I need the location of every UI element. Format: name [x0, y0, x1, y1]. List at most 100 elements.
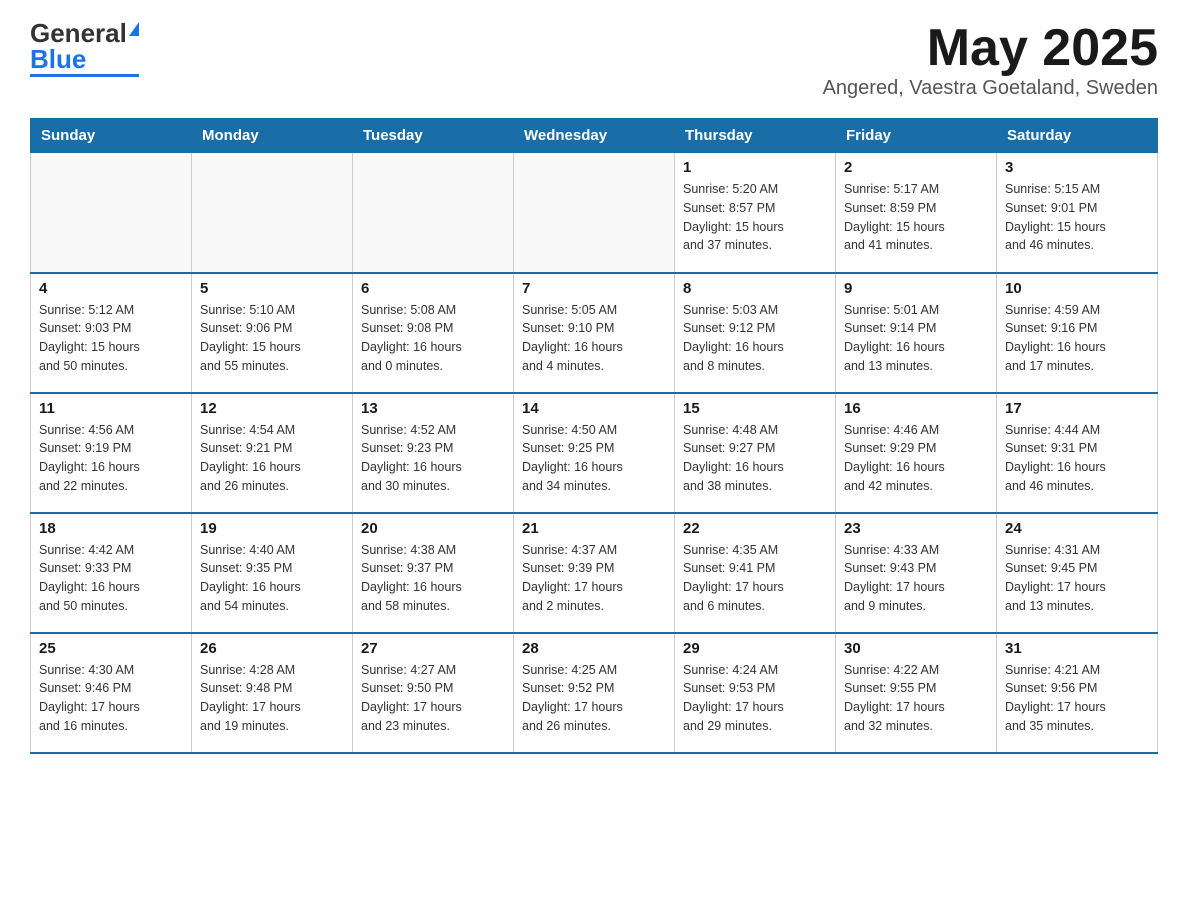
day-cell-28: 28Sunrise: 4:25 AM Sunset: 9:52 PM Dayli… [514, 633, 675, 753]
logo: General Blue [30, 20, 139, 77]
day-cell-9: 9 Sunrise: 5:01 AM Sunset: 9:14 PM Daylig… [836, 273, 997, 393]
day-info: Sunrise: 5:01 AM Sunset: 9:14 PM Dayligh… [844, 301, 988, 376]
day-info: Sunrise: 4:38 AM Sunset: 9:37 PM Dayligh… [361, 541, 505, 616]
header-cell-tuesday: Tuesday [353, 119, 514, 153]
day-info: Sunrise: 5:17 AM Sunset: 8:59 PM Dayligh… [844, 180, 988, 255]
day-cell-30: 30 Sunrise: 4:22 AM Sunset: 9:55 PM Dayli… [836, 633, 997, 753]
logo-blue-text: Blue [30, 46, 86, 72]
day-info: Sunrise: 4:27 AM Sunset: 9:50 PM Dayligh… [361, 661, 505, 736]
day-cell-14: 14Sunrise: 4:50 AM Sunset: 9:25 PM Dayli… [514, 393, 675, 513]
logo-triangle-icon [129, 22, 139, 36]
day-number: 21 [522, 520, 666, 537]
day-info: Sunrise: 5:08 AM Sunset: 9:08 PM Dayligh… [361, 301, 505, 376]
day-info: Sunrise: 5:15 AM Sunset: 9:01 PM Dayligh… [1005, 180, 1149, 255]
calendar-table: SundayMondayTuesdayWednesdayThursdayFrid… [30, 118, 1158, 754]
day-number: 18 [39, 520, 183, 537]
day-cell-21: 21 Sunrise: 4:37 AM Sunset: 9:39 PM Dayli… [514, 513, 675, 633]
day-info: Sunrise: 4:59 AM Sunset: 9:16 PM Dayligh… [1005, 301, 1149, 376]
day-info: Sunrise: 4:40 AM Sunset: 9:35 PM Dayligh… [200, 541, 344, 616]
day-cell-empty-0-2 [353, 153, 514, 273]
day-info: Sunrise: 4:24 AM Sunset: 9:53 PM Dayligh… [683, 661, 827, 736]
day-cell-16: 16 Sunrise: 4:46 AM Sunset: 9:29 PM Dayli… [836, 393, 997, 513]
day-info: Sunrise: 4:52 AM Sunset: 9:23 PM Dayligh… [361, 421, 505, 496]
week-row-1: 1 Sunrise: 5:20 AM Sunset: 8:57 PM Daylig… [31, 153, 1158, 273]
day-cell-10: 10Sunrise: 4:59 AM Sunset: 9:16 PM Dayli… [997, 273, 1158, 393]
logo-underline [30, 74, 139, 77]
day-cell-8: 8 Sunrise: 5:03 AM Sunset: 9:12 PM Daylig… [675, 273, 836, 393]
day-number: 2 [844, 159, 988, 176]
day-cell-20: 20 Sunrise: 4:38 AM Sunset: 9:37 PM Dayli… [353, 513, 514, 633]
month-title: May 2025 [823, 20, 1158, 77]
day-number: 29 [683, 640, 827, 657]
day-info: Sunrise: 4:22 AM Sunset: 9:55 PM Dayligh… [844, 661, 988, 736]
day-info: Sunrise: 4:56 AM Sunset: 9:19 PM Dayligh… [39, 421, 183, 496]
day-number: 27 [361, 640, 505, 657]
day-cell-7: 7Sunrise: 5:05 AM Sunset: 9:10 PM Daylig… [514, 273, 675, 393]
day-number: 13 [361, 400, 505, 417]
header-cell-thursday: Thursday [675, 119, 836, 153]
day-number: 12 [200, 400, 344, 417]
day-info: Sunrise: 4:21 AM Sunset: 9:56 PM Dayligh… [1005, 661, 1149, 736]
week-row-3: 11Sunrise: 4:56 AM Sunset: 9:19 PM Dayli… [31, 393, 1158, 513]
day-cell-17: 17 Sunrise: 4:44 AM Sunset: 9:31 PM Dayli… [997, 393, 1158, 513]
day-number: 15 [683, 400, 827, 417]
day-cell-22: 22Sunrise: 4:35 AM Sunset: 9:41 PM Dayli… [675, 513, 836, 633]
day-cell-3: 3 Sunrise: 5:15 AM Sunset: 9:01 PM Daylig… [997, 153, 1158, 273]
day-number: 1 [683, 159, 827, 176]
day-number: 16 [844, 400, 988, 417]
day-cell-19: 19Sunrise: 4:40 AM Sunset: 9:35 PM Dayli… [192, 513, 353, 633]
day-info: Sunrise: 4:33 AM Sunset: 9:43 PM Dayligh… [844, 541, 988, 616]
day-number: 22 [683, 520, 827, 537]
day-number: 4 [39, 280, 183, 297]
day-info: Sunrise: 4:54 AM Sunset: 9:21 PM Dayligh… [200, 421, 344, 496]
day-number: 25 [39, 640, 183, 657]
header-cell-sunday: Sunday [31, 119, 192, 153]
day-info: Sunrise: 4:46 AM Sunset: 9:29 PM Dayligh… [844, 421, 988, 496]
logo-general-text: General [30, 20, 127, 46]
day-cell-29: 29 Sunrise: 4:24 AM Sunset: 9:53 PM Dayli… [675, 633, 836, 753]
day-cell-26: 26 Sunrise: 4:28 AM Sunset: 9:48 PM Dayli… [192, 633, 353, 753]
day-cell-4: 4Sunrise: 5:12 AM Sunset: 9:03 PM Daylig… [31, 273, 192, 393]
day-number: 9 [844, 280, 988, 297]
day-cell-1: 1 Sunrise: 5:20 AM Sunset: 8:57 PM Daylig… [675, 153, 836, 273]
day-info: Sunrise: 4:48 AM Sunset: 9:27 PM Dayligh… [683, 421, 827, 496]
day-cell-6: 6 Sunrise: 5:08 AM Sunset: 9:08 PM Daylig… [353, 273, 514, 393]
page-header: General Blue May 2025 Angered, Vaestra G… [30, 20, 1158, 100]
day-info: Sunrise: 4:31 AM Sunset: 9:45 PM Dayligh… [1005, 541, 1149, 616]
day-number: 24 [1005, 520, 1149, 537]
day-number: 30 [844, 640, 988, 657]
day-number: 26 [200, 640, 344, 657]
day-number: 20 [361, 520, 505, 537]
day-cell-2: 2 Sunrise: 5:17 AM Sunset: 8:59 PM Daylig… [836, 153, 997, 273]
day-number: 17 [1005, 400, 1149, 417]
day-info: Sunrise: 5:10 AM Sunset: 9:06 PM Dayligh… [200, 301, 344, 376]
day-number: 23 [844, 520, 988, 537]
week-row-4: 18Sunrise: 4:42 AM Sunset: 9:33 PM Dayli… [31, 513, 1158, 633]
day-cell-12: 12 Sunrise: 4:54 AM Sunset: 9:21 PM Dayli… [192, 393, 353, 513]
day-info: Sunrise: 4:44 AM Sunset: 9:31 PM Dayligh… [1005, 421, 1149, 496]
day-cell-18: 18Sunrise: 4:42 AM Sunset: 9:33 PM Dayli… [31, 513, 192, 633]
calendar-body: 1 Sunrise: 5:20 AM Sunset: 8:57 PM Daylig… [31, 153, 1158, 753]
day-cell-24: 24 Sunrise: 4:31 AM Sunset: 9:45 PM Dayli… [997, 513, 1158, 633]
location-text: Angered, Vaestra Goetaland, Sweden [823, 77, 1158, 100]
day-number: 8 [683, 280, 827, 297]
day-cell-15: 15 Sunrise: 4:48 AM Sunset: 9:27 PM Dayli… [675, 393, 836, 513]
week-row-2: 4Sunrise: 5:12 AM Sunset: 9:03 PM Daylig… [31, 273, 1158, 393]
day-cell-empty-0-3 [514, 153, 675, 273]
day-info: Sunrise: 4:25 AM Sunset: 9:52 PM Dayligh… [522, 661, 666, 736]
header-cell-wednesday: Wednesday [514, 119, 675, 153]
day-number: 7 [522, 280, 666, 297]
day-number: 6 [361, 280, 505, 297]
day-cell-25: 25Sunrise: 4:30 AM Sunset: 9:46 PM Dayli… [31, 633, 192, 753]
header-cell-monday: Monday [192, 119, 353, 153]
calendar-header: SundayMondayTuesdayWednesdayThursdayFrid… [31, 119, 1158, 153]
title-section: May 2025 Angered, Vaestra Goetaland, Swe… [823, 20, 1158, 100]
day-info: Sunrise: 5:03 AM Sunset: 9:12 PM Dayligh… [683, 301, 827, 376]
day-info: Sunrise: 5:20 AM Sunset: 8:57 PM Dayligh… [683, 180, 827, 255]
day-number: 3 [1005, 159, 1149, 176]
header-cell-friday: Friday [836, 119, 997, 153]
day-cell-11: 11Sunrise: 4:56 AM Sunset: 9:19 PM Dayli… [31, 393, 192, 513]
day-info: Sunrise: 4:28 AM Sunset: 9:48 PM Dayligh… [200, 661, 344, 736]
day-cell-5: 5Sunrise: 5:10 AM Sunset: 9:06 PM Daylig… [192, 273, 353, 393]
day-info: Sunrise: 4:37 AM Sunset: 9:39 PM Dayligh… [522, 541, 666, 616]
